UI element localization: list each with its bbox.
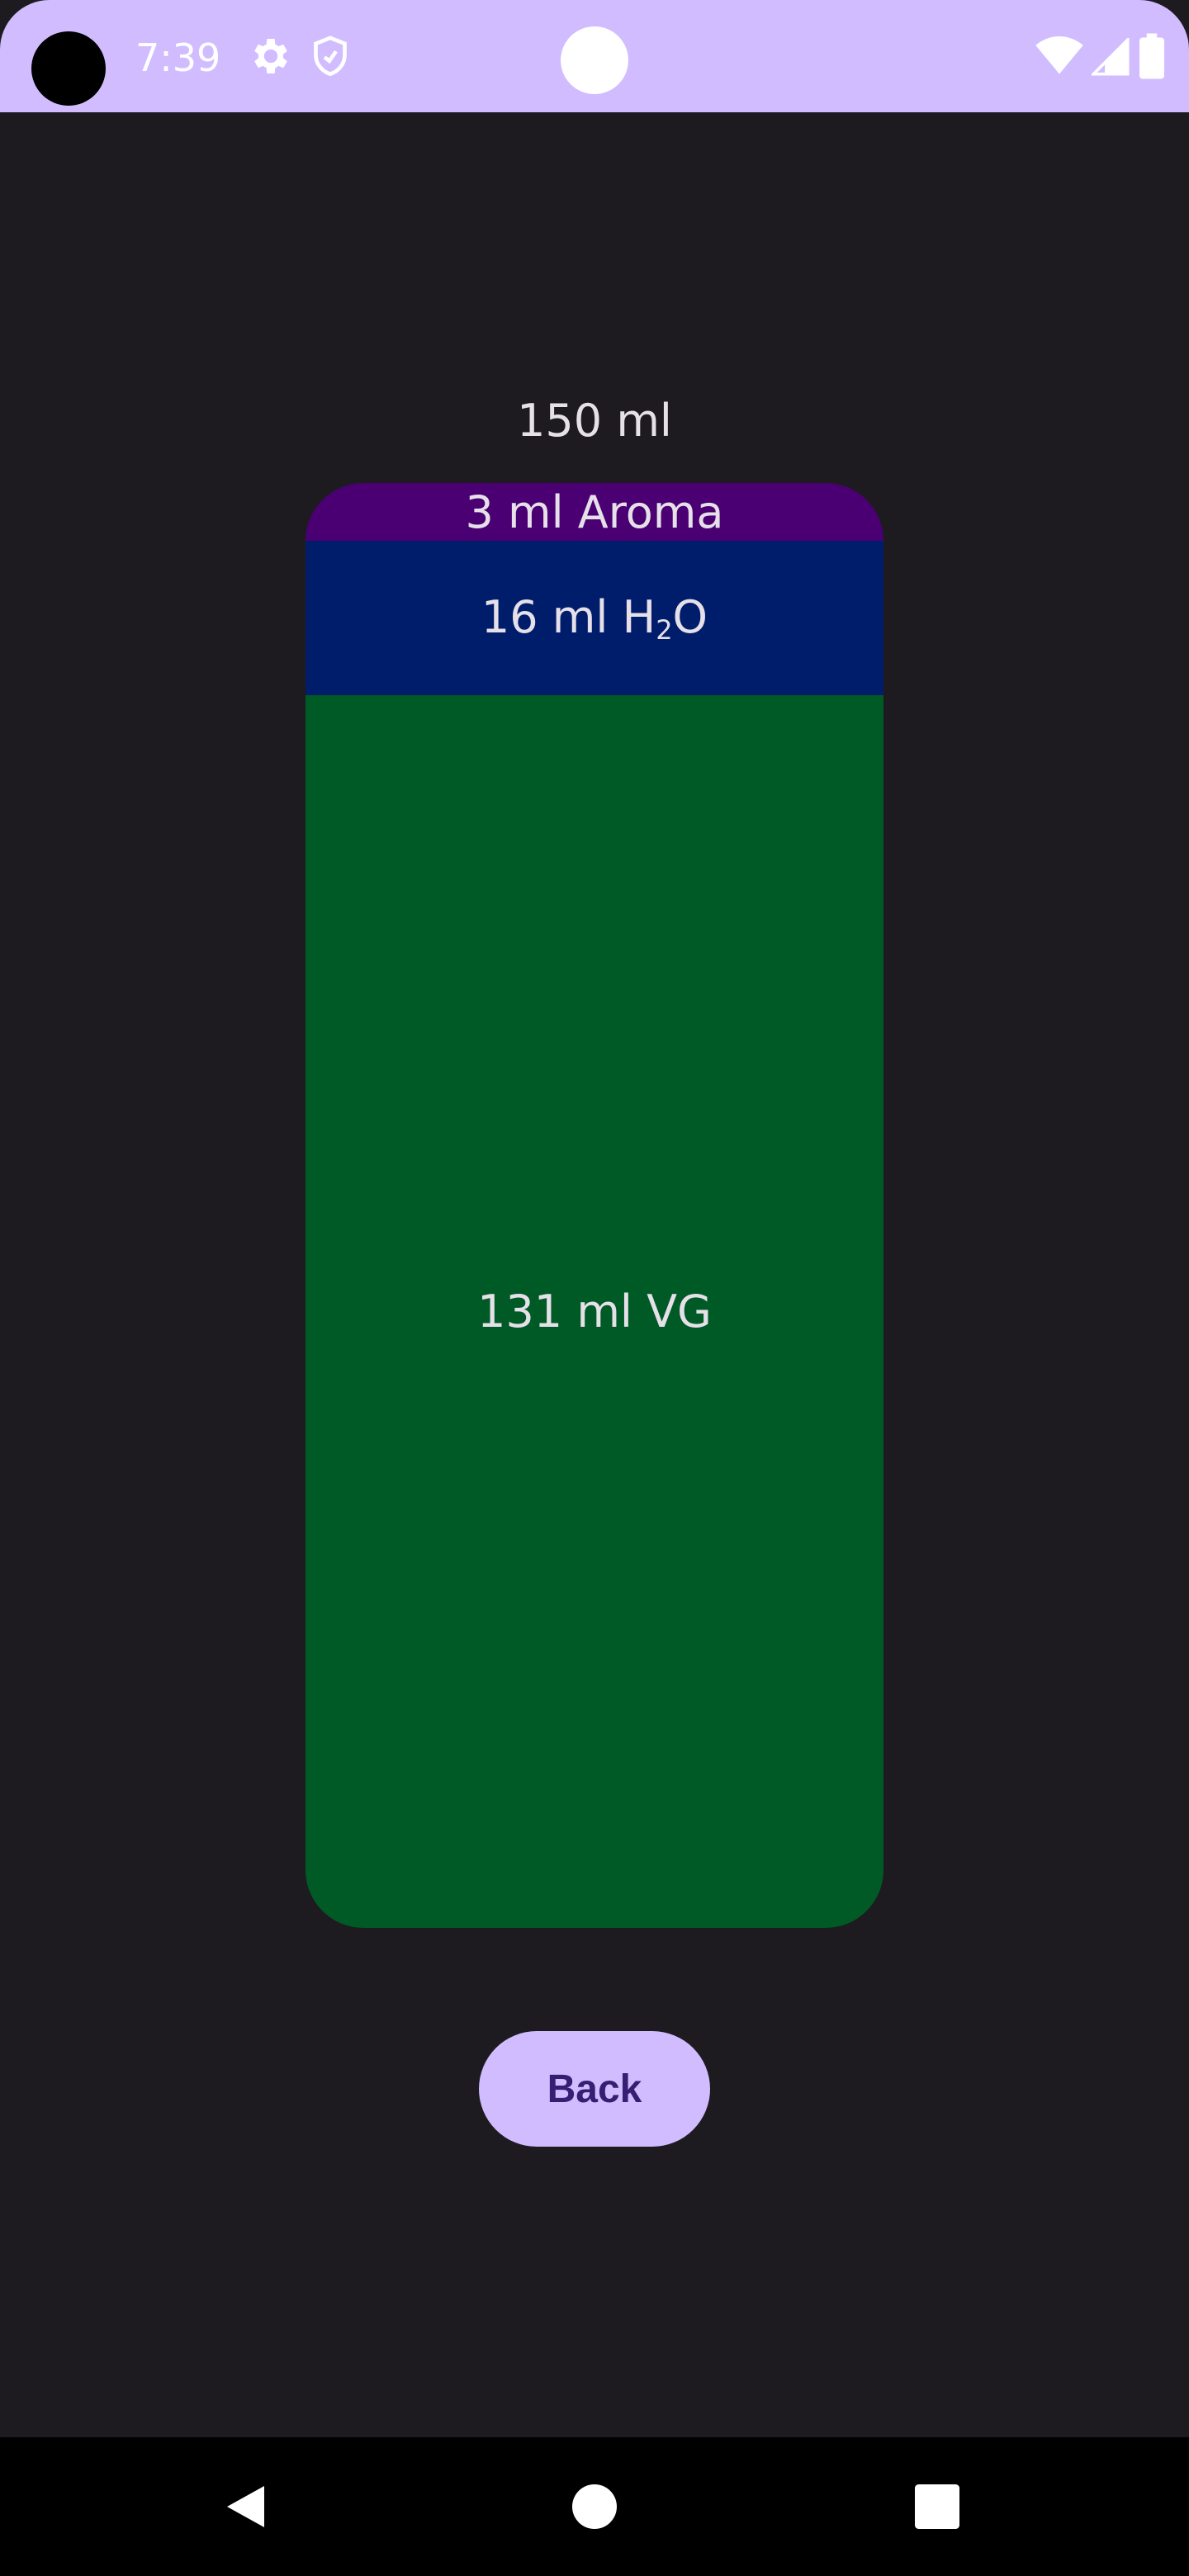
navigation-bar [0,2437,1189,2576]
home-circle-icon[interactable] [553,2465,636,2548]
shield-icon [307,33,353,79]
center-indicator [561,26,628,94]
vg-layer: 131 ml VG [306,695,883,1928]
battery-icon [1139,33,1164,79]
app-screen: 7:39 150 ml 3 ml Aroma 16 ml H2O 131 ml … [0,0,1189,2576]
total-volume-label: 150 ml [517,395,672,447]
gear-icon [248,33,294,79]
wifi-icon [1035,36,1083,76]
water-amount-label: 16 ml H2O [481,591,708,646]
water-amount-prefix: 16 ml H [481,590,656,643]
signal-icon [1092,38,1130,76]
water-amount-suffix: O [672,590,708,643]
status-time: 7:39 [135,36,221,80]
water-layer: 16 ml H2O [306,541,883,695]
back-triangle-icon[interactable] [206,2465,289,2548]
mixture-bottle: 3 ml Aroma 16 ml H2O 131 ml VG [306,483,883,1928]
back-button[interactable]: Back [479,2031,710,2147]
recents-square-icon[interactable] [896,2465,978,2548]
aroma-amount-label: 3 ml Aroma [465,485,724,538]
water-subscript: 2 [656,613,673,646]
camera-cutout [31,31,106,106]
vg-amount-label: 131 ml VG [477,1286,712,1338]
status-bar: 7:39 [0,0,1189,112]
aroma-layer: 3 ml Aroma [306,483,883,541]
